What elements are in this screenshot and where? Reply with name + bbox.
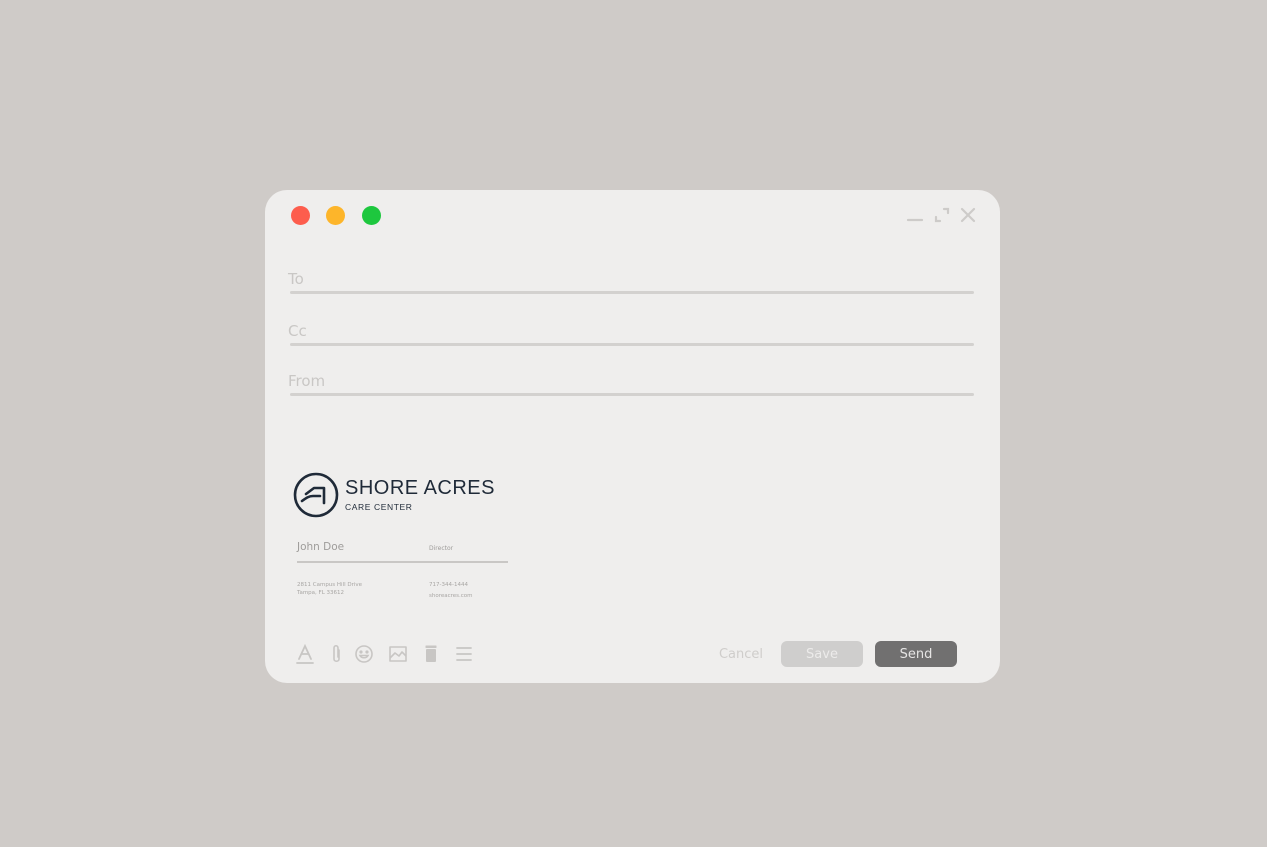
signature-name: John Doe xyxy=(297,541,345,553)
signature-phone: 717-344-1444 xyxy=(429,582,468,588)
cc-underline xyxy=(290,343,974,346)
signature-address-line1: 2811 Campus Hill Drive xyxy=(297,582,363,588)
window-minimize-dot[interactable] xyxy=(326,206,345,225)
image-icon[interactable] xyxy=(388,644,408,664)
emoji-icon[interactable] xyxy=(354,644,374,664)
send-button[interactable]: Send xyxy=(875,641,957,667)
shore-acres-logo-icon xyxy=(293,472,339,518)
expand-icon[interactable] xyxy=(933,206,951,224)
menu-icon[interactable] xyxy=(454,644,474,664)
to-field: To xyxy=(288,264,974,294)
paperclip-icon[interactable] xyxy=(327,644,347,664)
window-close-dot[interactable] xyxy=(291,206,310,225)
to-underline xyxy=(290,291,974,294)
from-input[interactable] xyxy=(348,370,974,392)
signature-brand-sub: CARE CENTER xyxy=(345,502,413,512)
from-field: From xyxy=(288,366,974,396)
save-button[interactable]: Save xyxy=(781,641,863,667)
signature-divider xyxy=(297,561,508,563)
trash-icon[interactable] xyxy=(421,644,441,664)
minimize-icon[interactable] xyxy=(906,206,924,224)
close-icon[interactable] xyxy=(959,206,977,224)
from-label: From xyxy=(288,372,326,390)
from-underline xyxy=(290,393,974,396)
window-maximize-dot[interactable] xyxy=(362,206,381,225)
text-format-icon[interactable] xyxy=(295,643,315,664)
to-label: To xyxy=(288,270,304,288)
signature-title: Director xyxy=(429,545,454,552)
signature-address-line2: Tampa, FL 33612 xyxy=(297,590,345,596)
cancel-button[interactable]: Cancel xyxy=(711,641,771,667)
signature-brand: SHORE ACRES xyxy=(345,477,495,499)
cc-input[interactable] xyxy=(348,320,974,342)
cc-field: Cc xyxy=(288,316,974,346)
cc-label: Cc xyxy=(288,322,307,340)
signature-website[interactable]: shoreacres.com xyxy=(429,592,473,600)
to-input[interactable] xyxy=(348,268,974,290)
email-signature: SHORE ACRES CARE CENTER John Doe Directo… xyxy=(293,472,513,602)
compose-window: To Cc From SHORE ACRES CARE CENTER John … xyxy=(265,190,1000,683)
